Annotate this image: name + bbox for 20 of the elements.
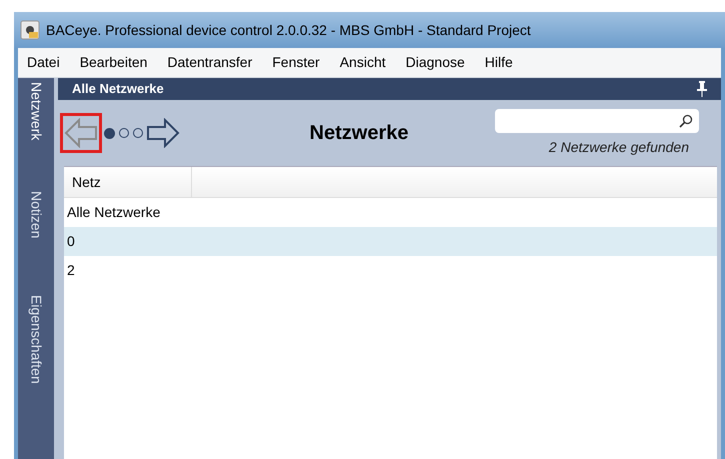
table-cell-text: Alle Netzwerke xyxy=(67,203,160,222)
table-cell-text: 0 xyxy=(67,232,75,251)
menu-item[interactable]: Fenster xyxy=(269,52,323,73)
table-cell-text: 2 xyxy=(67,261,75,280)
pin-icon[interactable] xyxy=(697,81,707,97)
menu-item[interactable]: Hilfe xyxy=(482,52,516,73)
window-title: BACeye. Professional device control 2.0.0.32 - MBS GmbH - Standard Project xyxy=(46,20,531,40)
menu-item[interactable]: Datei xyxy=(24,52,63,73)
menu-item[interactable]: Ansicht xyxy=(336,52,389,73)
search-icon xyxy=(679,114,693,128)
menu-item[interactable]: Bearbeiten xyxy=(76,52,150,73)
search-field[interactable] xyxy=(495,108,699,132)
table-row[interactable]: 0 xyxy=(64,227,717,256)
menu-item[interactable]: Diagnose xyxy=(402,52,468,73)
result-count: 2 Netzwerke gefunden xyxy=(548,138,690,157)
menu-item[interactable]: Datentransfer xyxy=(164,52,256,73)
column-header[interactable]: Netz xyxy=(64,167,192,197)
heading: Netzwerke xyxy=(308,121,408,146)
panel-title: Alle Netzwerke xyxy=(72,80,164,98)
app-icon xyxy=(20,20,40,40)
